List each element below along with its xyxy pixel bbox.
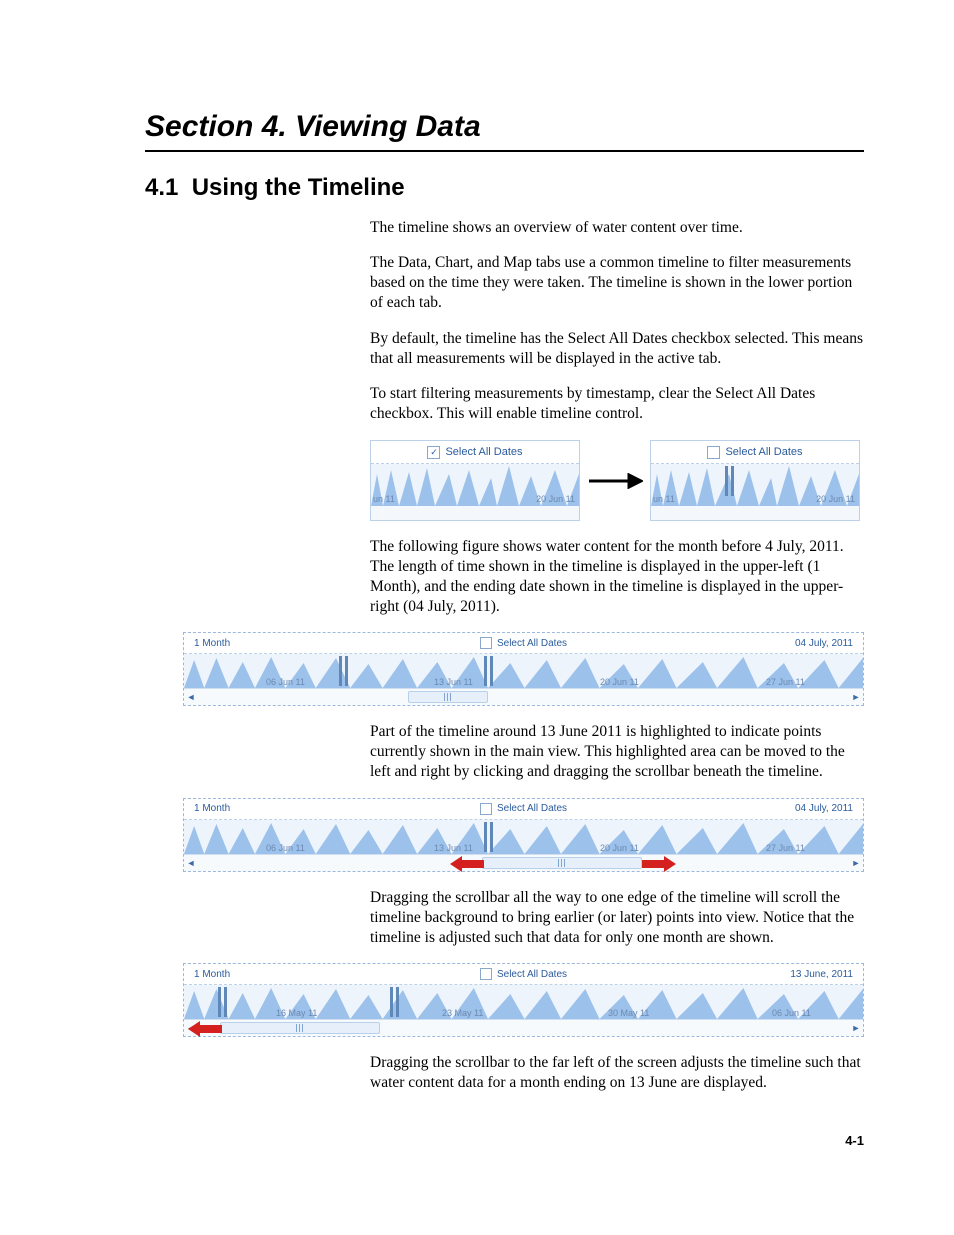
axis-tick-label: 20 Jun 11 (536, 494, 575, 504)
timeline-scrollbar[interactable]: ◄ ► (184, 854, 863, 871)
timeline-end-date: 04 July, 2011 (795, 803, 853, 814)
timeline-panel-checked: ✓ Select All Dates un 11 20 Jun 11 (370, 440, 580, 521)
axis-tick-label: 06 Jun 11 (266, 677, 305, 687)
page-number: 4-1 (145, 1133, 864, 1148)
axis-tick-label: 20 Jun 11 (816, 494, 855, 504)
paragraph: By default, the timeline has the Select … (370, 329, 864, 369)
timeline-range-label: 1 Month (194, 803, 230, 814)
scroll-right-icon[interactable]: ► (849, 690, 863, 704)
axis-tick-label: 30 May 11 (608, 1008, 649, 1018)
section-title: Section 4. Viewing Data (145, 110, 864, 152)
axis-tick-label: 06 Jun 11 (266, 843, 305, 853)
timeline-end-date: 13 June, 2011 (790, 969, 853, 980)
timeline-scrollbar[interactable]: ◄ ► (184, 1019, 863, 1036)
axis-tick-label: 13 Jun 11 (434, 843, 473, 853)
axis-tick-label: 20 Jun 11 (600, 843, 639, 853)
paragraph: The Data, Chart, and Map tabs use a comm… (370, 253, 864, 312)
checkbox-label: Select All Dates (497, 638, 567, 649)
scroll-left-icon[interactable]: ◄ (184, 856, 198, 870)
drag-left-arrow-icon (450, 856, 484, 872)
axis-tick-label: 20 Jun 11 (600, 677, 639, 687)
drag-right-arrow-icon (642, 856, 676, 872)
timeline-range-label: 1 Month (194, 969, 230, 980)
subsection-heading: Using the Timeline (192, 174, 405, 201)
checkbox-unchecked-icon[interactable] (707, 446, 720, 459)
axis-tick-label: 16 May 11 (276, 1008, 317, 1018)
axis-tick-label: 06 Jun 11 (772, 1008, 811, 1018)
checkbox-label: Select All Dates (497, 803, 567, 814)
axis-tick-label: 23 May 11 (442, 1008, 483, 1018)
scroll-thumb[interactable] (408, 691, 488, 703)
axis-tick-label: 27 Jun 11 (766, 843, 805, 853)
subsection-number: 4.1 (145, 174, 178, 201)
figure-select-all-toggle: ✓ Select All Dates un 11 20 Jun 11 (370, 440, 864, 521)
paragraph: Dragging the scrollbar all the way to on… (370, 888, 864, 947)
scroll-right-icon[interactable]: ► (849, 856, 863, 870)
scroll-thumb[interactable] (482, 857, 642, 869)
axis-tick-label: un 11 (653, 494, 675, 504)
checkbox-label: Select All Dates (445, 446, 522, 458)
paragraph: Part of the timeline around 13 June 2011… (370, 722, 864, 781)
paragraph: Dragging the scrollbar to the far left o… (370, 1053, 864, 1093)
figure-timeline-1: 1 Month Select All Dates 04 July, 2011 0… (183, 632, 864, 706)
drag-left-arrow-icon (188, 1021, 222, 1037)
paragraph: The timeline shows an overview of water … (370, 218, 864, 238)
scroll-left-icon[interactable]: ◄ (184, 690, 198, 704)
checkbox-unchecked-icon[interactable] (480, 968, 492, 980)
paragraph: The following figure shows water content… (370, 537, 864, 616)
figure-timeline-3: 1 Month Select All Dates 13 June, 2011 1… (183, 963, 864, 1037)
timeline-scrollbar[interactable]: ◄ ► (184, 688, 863, 705)
axis-tick-label: un 11 (373, 494, 395, 504)
timeline-panel-unchecked: Select All Dates un 11 20 Jun 11 (650, 440, 860, 521)
figure-timeline-2: 1 Month Select All Dates 04 July, 2011 0… (183, 798, 864, 872)
checkbox-label: Select All Dates (497, 969, 567, 980)
scroll-right-icon[interactable]: ► (849, 1021, 863, 1035)
scroll-thumb[interactable] (220, 1022, 380, 1034)
checkbox-unchecked-icon[interactable] (480, 803, 492, 815)
axis-tick-label: 13 Jun 11 (434, 677, 473, 687)
checkbox-unchecked-icon[interactable] (480, 637, 492, 649)
checkbox-checked-icon[interactable]: ✓ (427, 446, 440, 459)
subsection-title: 4.1 Using the Timeline (145, 174, 864, 202)
arrow-right-icon (580, 473, 650, 489)
checkbox-label: Select All Dates (725, 446, 802, 458)
timeline-range-label: 1 Month (194, 638, 230, 649)
paragraph: To start filtering measurements by times… (370, 384, 864, 424)
axis-tick-label: 27 Jun 11 (766, 677, 805, 687)
timeline-end-date: 04 July, 2011 (795, 638, 853, 649)
